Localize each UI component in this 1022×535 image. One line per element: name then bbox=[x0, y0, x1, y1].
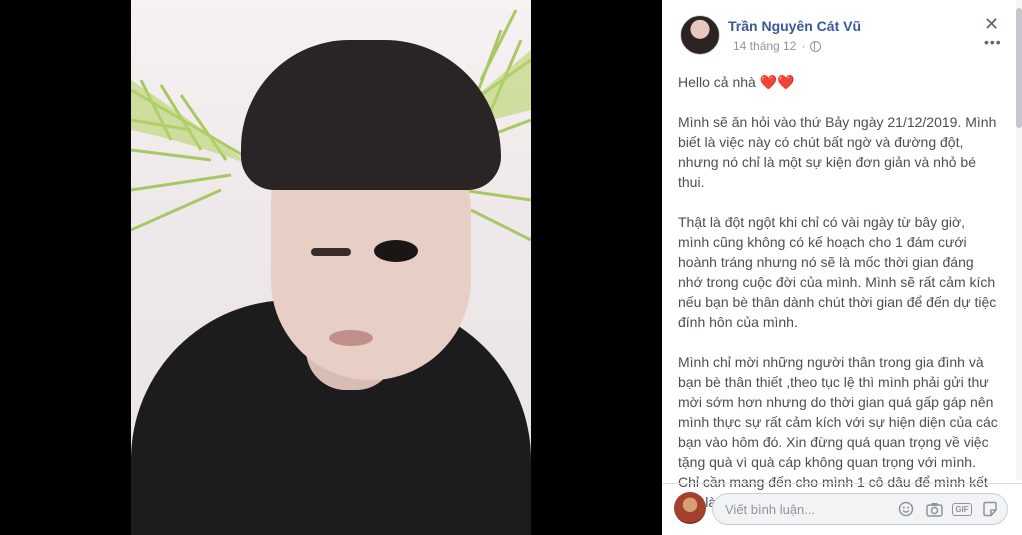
comment-placeholder[interactable]: Viết bình luận... bbox=[725, 502, 887, 517]
right-eye bbox=[374, 240, 418, 262]
greeting-text: Hello cả nhà bbox=[678, 74, 756, 90]
gif-icon[interactable]: GIF bbox=[952, 500, 972, 518]
post-meta: 14 tháng 12 · bbox=[733, 39, 822, 53]
scrollbar-thumb[interactable] bbox=[1016, 8, 1022, 128]
more-icon[interactable]: ••• bbox=[984, 34, 1002, 50]
meta-separator: · bbox=[801, 39, 806, 53]
camera-icon[interactable] bbox=[925, 500, 943, 518]
left-eye bbox=[311, 248, 351, 256]
author-name[interactable]: Trần Nguyên Cát Vũ bbox=[728, 18, 861, 34]
sticker-icon[interactable] bbox=[981, 500, 999, 518]
gif-label: GIF bbox=[952, 502, 972, 516]
commenter-avatar bbox=[674, 492, 706, 524]
paragraph-2: Thật là đột ngột khi chỉ có vài ngày từ … bbox=[678, 214, 997, 330]
post-text: Hello cả nhà ❤️❤️ Mình sẽ ăn hỏi vào thứ… bbox=[678, 72, 998, 532]
greeting-line: Hello cả nhà ❤️❤️ bbox=[678, 72, 998, 92]
post-date[interactable]: 14 tháng 12 bbox=[733, 39, 796, 53]
close-icon[interactable]: ✕ bbox=[984, 14, 999, 35]
paragraph-1: Mình sẽ ăn hỏi vào thứ Bảy ngày 21/12/20… bbox=[678, 114, 997, 190]
divider bbox=[662, 483, 1022, 484]
post-photo[interactable] bbox=[131, 0, 531, 535]
post-panel: Trần Nguyên Cát Vũ 14 tháng 12 · ✕ ••• H… bbox=[662, 0, 1022, 535]
author-avatar[interactable] bbox=[680, 15, 720, 55]
mouth bbox=[329, 330, 373, 346]
heart-icon: ❤️❤️ bbox=[759, 74, 795, 90]
comment-input[interactable]: Viết bình luận... GIF bbox=[712, 493, 1008, 525]
globe-icon[interactable] bbox=[810, 40, 822, 52]
paragraph-3: Mình chỉ mời những người thân trong gia … bbox=[678, 354, 998, 510]
emoji-icon[interactable] bbox=[897, 500, 915, 518]
